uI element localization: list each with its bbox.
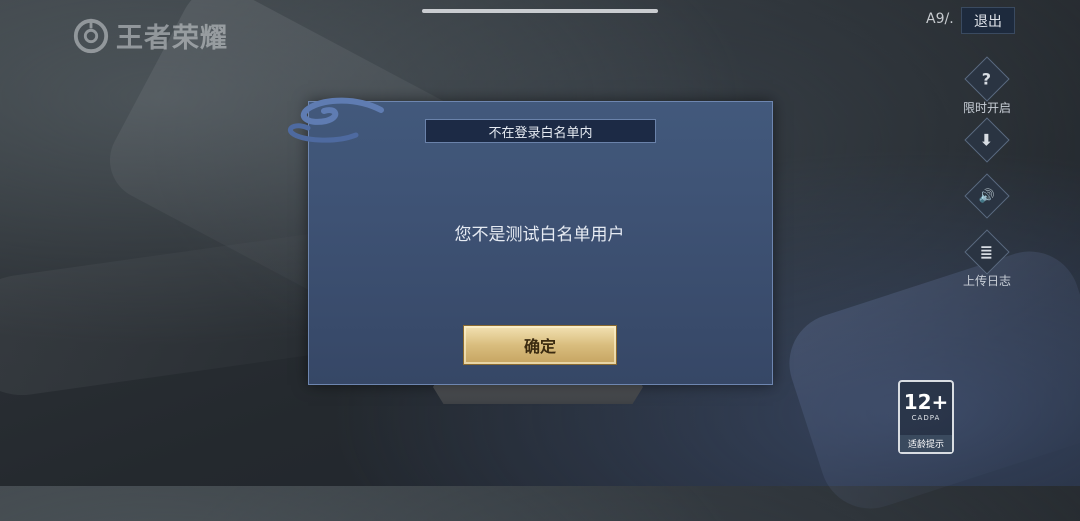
dialog-swirl-ornament-icon [288,97,384,143]
logo-text: 王者荣耀 [116,23,228,54]
side-button-sound[interactable]: 🔊 [952,173,1022,219]
side-button-upload-log[interactable]: ≣ 上传日志 [952,229,1022,289]
download-icon: ⬇ [964,117,1010,163]
age-rating-hint: 适龄提示 [900,435,952,452]
logo-emblem-icon [73,18,109,53]
top-handle-bar [422,9,658,13]
exit-button[interactable]: 退出 [961,7,1015,34]
version-label: A9/. [926,11,954,27]
age-rating-org: CADPA [911,414,941,422]
speaker-icon: 🔊 [964,173,1010,219]
game-logo: 王者荣耀 [72,16,228,55]
question-icon: ? [964,56,1010,102]
dialog-title: 不在登录白名单内 [425,119,656,143]
dialog-message: 您不是测试白名单用户 [454,225,625,245]
confirm-button[interactable]: 确定 [463,325,617,365]
age-rating-number: 12+ [903,390,949,414]
age-rating-badge: 12+ CADPA 适龄提示 [898,380,954,454]
side-button-download[interactable]: ⬇ [952,117,1022,163]
side-button-limited[interactable]: ? 限时开启 [952,56,1022,116]
document-icon: ≣ [964,229,1010,275]
